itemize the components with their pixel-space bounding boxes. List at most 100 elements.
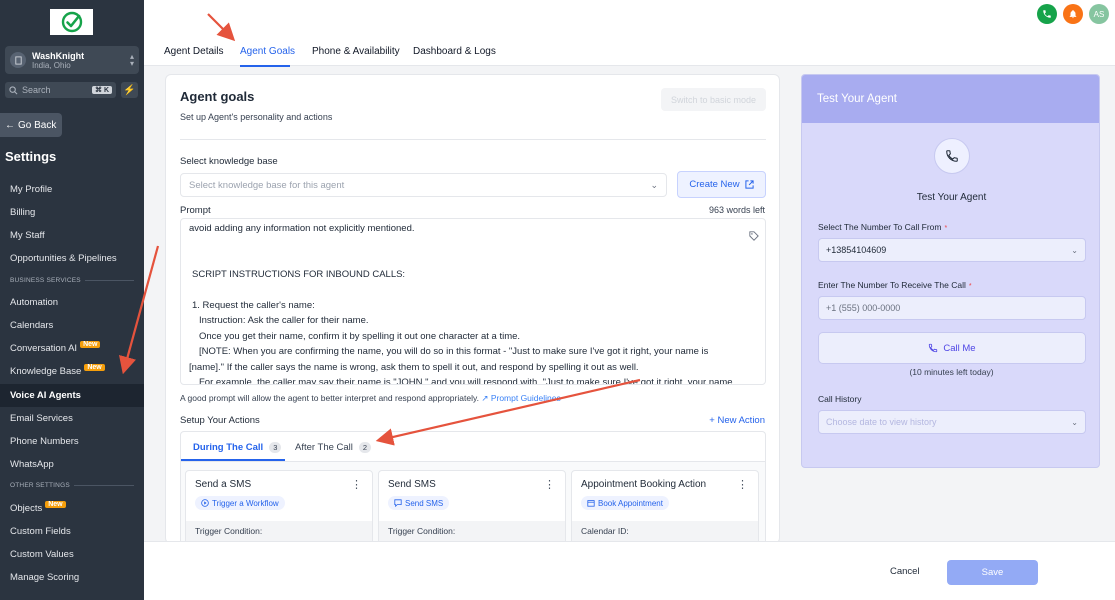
search-icon bbox=[9, 85, 18, 95]
page-subtitle: Set up Agent's personality and actions bbox=[180, 112, 333, 122]
prompt-textarea[interactable]: avoid adding any information not explici… bbox=[180, 218, 766, 385]
new-action-button[interactable]: + New Action bbox=[709, 415, 765, 426]
call-history-select[interactable]: Choose date to view history ⌄ bbox=[818, 410, 1086, 434]
sidebar-item-automation[interactable]: Automation bbox=[0, 291, 144, 314]
create-new-button[interactable]: Create New bbox=[677, 171, 766, 198]
words-left-counter: 963 words left bbox=[708, 205, 765, 215]
sidebar-item-my-staff[interactable]: My Staff bbox=[0, 224, 144, 247]
required-asterisk: * bbox=[968, 283, 972, 290]
to-number-input[interactable]: +1 (555) 000-0000 bbox=[818, 296, 1086, 320]
sidebar-item-email-services[interactable]: Email Services bbox=[0, 407, 144, 430]
sidebar-item-objects[interactable]: Objects New bbox=[0, 497, 144, 520]
message-icon bbox=[394, 499, 402, 507]
tab-during-call[interactable]: During The Call 3 bbox=[193, 442, 282, 453]
page-title: Agent goals bbox=[180, 89, 255, 104]
from-number-select[interactable]: +13854104609 ⌄ bbox=[818, 238, 1086, 262]
sidebar-item-label: Opportunities & Pipelines bbox=[10, 253, 117, 264]
more-vertical-icon[interactable]: ⋮ bbox=[351, 478, 362, 491]
sidebar-item-label: Phone Numbers bbox=[10, 436, 79, 447]
sidebar-item-phone-numbers[interactable]: Phone Numbers bbox=[0, 430, 144, 453]
sidebar-item-calendars[interactable]: Calendars bbox=[0, 314, 144, 337]
sidebar-item-conversation-ai[interactable]: Conversation AI New bbox=[0, 337, 144, 360]
external-link-icon: ↗ bbox=[481, 393, 491, 403]
new-badge: New bbox=[45, 501, 66, 508]
action-card[interactable]: Send a SMS ⋮ Trigger a Workflow Trigger … bbox=[185, 470, 373, 543]
prompt-line bbox=[189, 283, 757, 298]
more-vertical-icon[interactable]: ⋮ bbox=[737, 478, 748, 491]
count-badge: 3 bbox=[269, 442, 282, 453]
phone-button[interactable] bbox=[1037, 4, 1057, 24]
account-switcher[interactable]: WashKnight India, Ohio ▴ ▾ bbox=[5, 46, 139, 74]
settings-title: Settings bbox=[5, 149, 57, 164]
play-circle-icon bbox=[201, 499, 209, 507]
hint-text: A good prompt will allow the agent to be… bbox=[180, 393, 479, 403]
sidebar-item-label: WhatsApp bbox=[10, 459, 54, 470]
sidebar-item-label: Custom Values bbox=[10, 549, 74, 560]
section-label: BUSINESS SERVICES bbox=[10, 277, 81, 284]
action-card[interactable]: Appointment Booking Action ⋮ Book Appoin… bbox=[571, 470, 759, 543]
new-badge: New bbox=[80, 341, 101, 348]
prompt-line: 1. Request the caller's name: bbox=[192, 300, 315, 312]
prompt-line: SCRIPT INSTRUCTIONS FOR INBOUND CALLS: bbox=[192, 269, 406, 281]
tab-after-call[interactable]: After The Call 2 bbox=[295, 442, 372, 453]
sidebar-item-voice-ai-agents[interactable]: Voice AI Agents bbox=[0, 384, 144, 407]
go-back-label: Go Back bbox=[18, 119, 57, 131]
bolt-icon: ⚡ bbox=[123, 84, 136, 96]
sidebar-item-custom-values[interactable]: Custom Values bbox=[0, 543, 144, 566]
action-type-chip: Send SMS bbox=[388, 496, 450, 510]
go-back-button[interactable]: ← Go Back bbox=[0, 113, 62, 137]
tab-agent-details[interactable]: Agent Details bbox=[164, 46, 223, 57]
tab-agent-goals[interactable]: Agent Goals bbox=[240, 46, 295, 57]
search-input[interactable]: Search ⌘ K bbox=[5, 82, 116, 98]
chip-label: Trigger a Workflow bbox=[212, 498, 279, 508]
test-panel-title: Test Your Agent bbox=[916, 192, 987, 203]
sidebar-item-my-profile[interactable]: My Profile bbox=[0, 178, 144, 201]
prompt-line: Instruction: Ask the caller for their na… bbox=[199, 315, 369, 327]
switch-basic-mode-button[interactable]: Switch to basic mode bbox=[661, 88, 766, 111]
section-business-services: BUSINESS SERVICES bbox=[10, 277, 134, 284]
label-text: Select The Number To Call From bbox=[818, 222, 942, 232]
actions-list: Send a SMS ⋮ Trigger a Workflow Trigger … bbox=[180, 461, 766, 543]
sidebar-item-opportunities[interactable]: Opportunities & Pipelines bbox=[0, 247, 144, 270]
bell-icon bbox=[1069, 10, 1077, 19]
cancel-button[interactable]: Cancel bbox=[890, 566, 920, 577]
section-other-settings: OTHER SETTINGS bbox=[10, 482, 134, 489]
search-placeholder: Search bbox=[22, 85, 51, 95]
save-button[interactable]: Save bbox=[947, 560, 1038, 585]
action-type-chip: Book Appointment bbox=[581, 496, 669, 510]
user-avatar[interactable]: AS bbox=[1089, 4, 1109, 24]
building-icon bbox=[10, 52, 26, 68]
sidebar-item-manage-scoring[interactable]: Manage Scoring bbox=[0, 566, 144, 589]
sidebar-item-label: Conversation AI bbox=[10, 343, 78, 354]
tab-label: During The Call bbox=[193, 442, 264, 453]
sidebar-item-custom-fields[interactable]: Custom Fields bbox=[0, 520, 144, 543]
more-vertical-icon[interactable]: ⋮ bbox=[544, 478, 555, 491]
sidebar-item-label: Custom Fields bbox=[10, 526, 71, 537]
prompt-label: Prompt bbox=[180, 205, 211, 216]
sidebar-item-whatsapp[interactable]: WhatsApp bbox=[0, 453, 144, 476]
sidebar-item-label: Knowledge Base bbox=[10, 366, 82, 377]
test-panel-header: Test Your Agent bbox=[802, 75, 1099, 123]
sidebar-item-label: Email Services bbox=[10, 413, 73, 424]
sidebar-item-billing[interactable]: Billing bbox=[0, 201, 144, 224]
from-number-label: Select The Number To Call From * bbox=[818, 222, 947, 232]
divider bbox=[180, 139, 766, 140]
sidebar-item-knowledge-base[interactable]: Knowledge Base New bbox=[0, 360, 144, 383]
app-logo[interactable] bbox=[50, 9, 93, 35]
tab-dashboard-logs[interactable]: Dashboard & Logs bbox=[413, 46, 496, 57]
sidebar-item-label: Objects bbox=[10, 503, 43, 514]
to-number-label: Enter The Number To Receive The Call * bbox=[818, 280, 972, 290]
external-link-icon bbox=[744, 180, 754, 189]
tag-icon[interactable] bbox=[749, 231, 759, 241]
sidebar-item-label: Calendars bbox=[10, 320, 54, 331]
tab-phone-availability[interactable]: Phone & Availability bbox=[312, 46, 400, 57]
chevron-updown-icon: ▴ ▾ bbox=[129, 52, 134, 68]
quick-actions-button[interactable]: ⚡ bbox=[121, 82, 138, 98]
call-me-button[interactable]: Call Me bbox=[818, 332, 1086, 364]
action-card[interactable]: Send SMS ⋮ Send SMS Trigger Condition: bbox=[378, 470, 566, 543]
phone-call-icon bbox=[929, 343, 938, 353]
prompt-guidelines-link[interactable]: Prompt Guidelines bbox=[491, 393, 561, 403]
notifications-button[interactable] bbox=[1063, 4, 1083, 24]
tab-label: After The Call bbox=[295, 442, 353, 453]
knowledge-base-select[interactable]: Select knowledge base for this agent ⌄ bbox=[180, 173, 667, 197]
